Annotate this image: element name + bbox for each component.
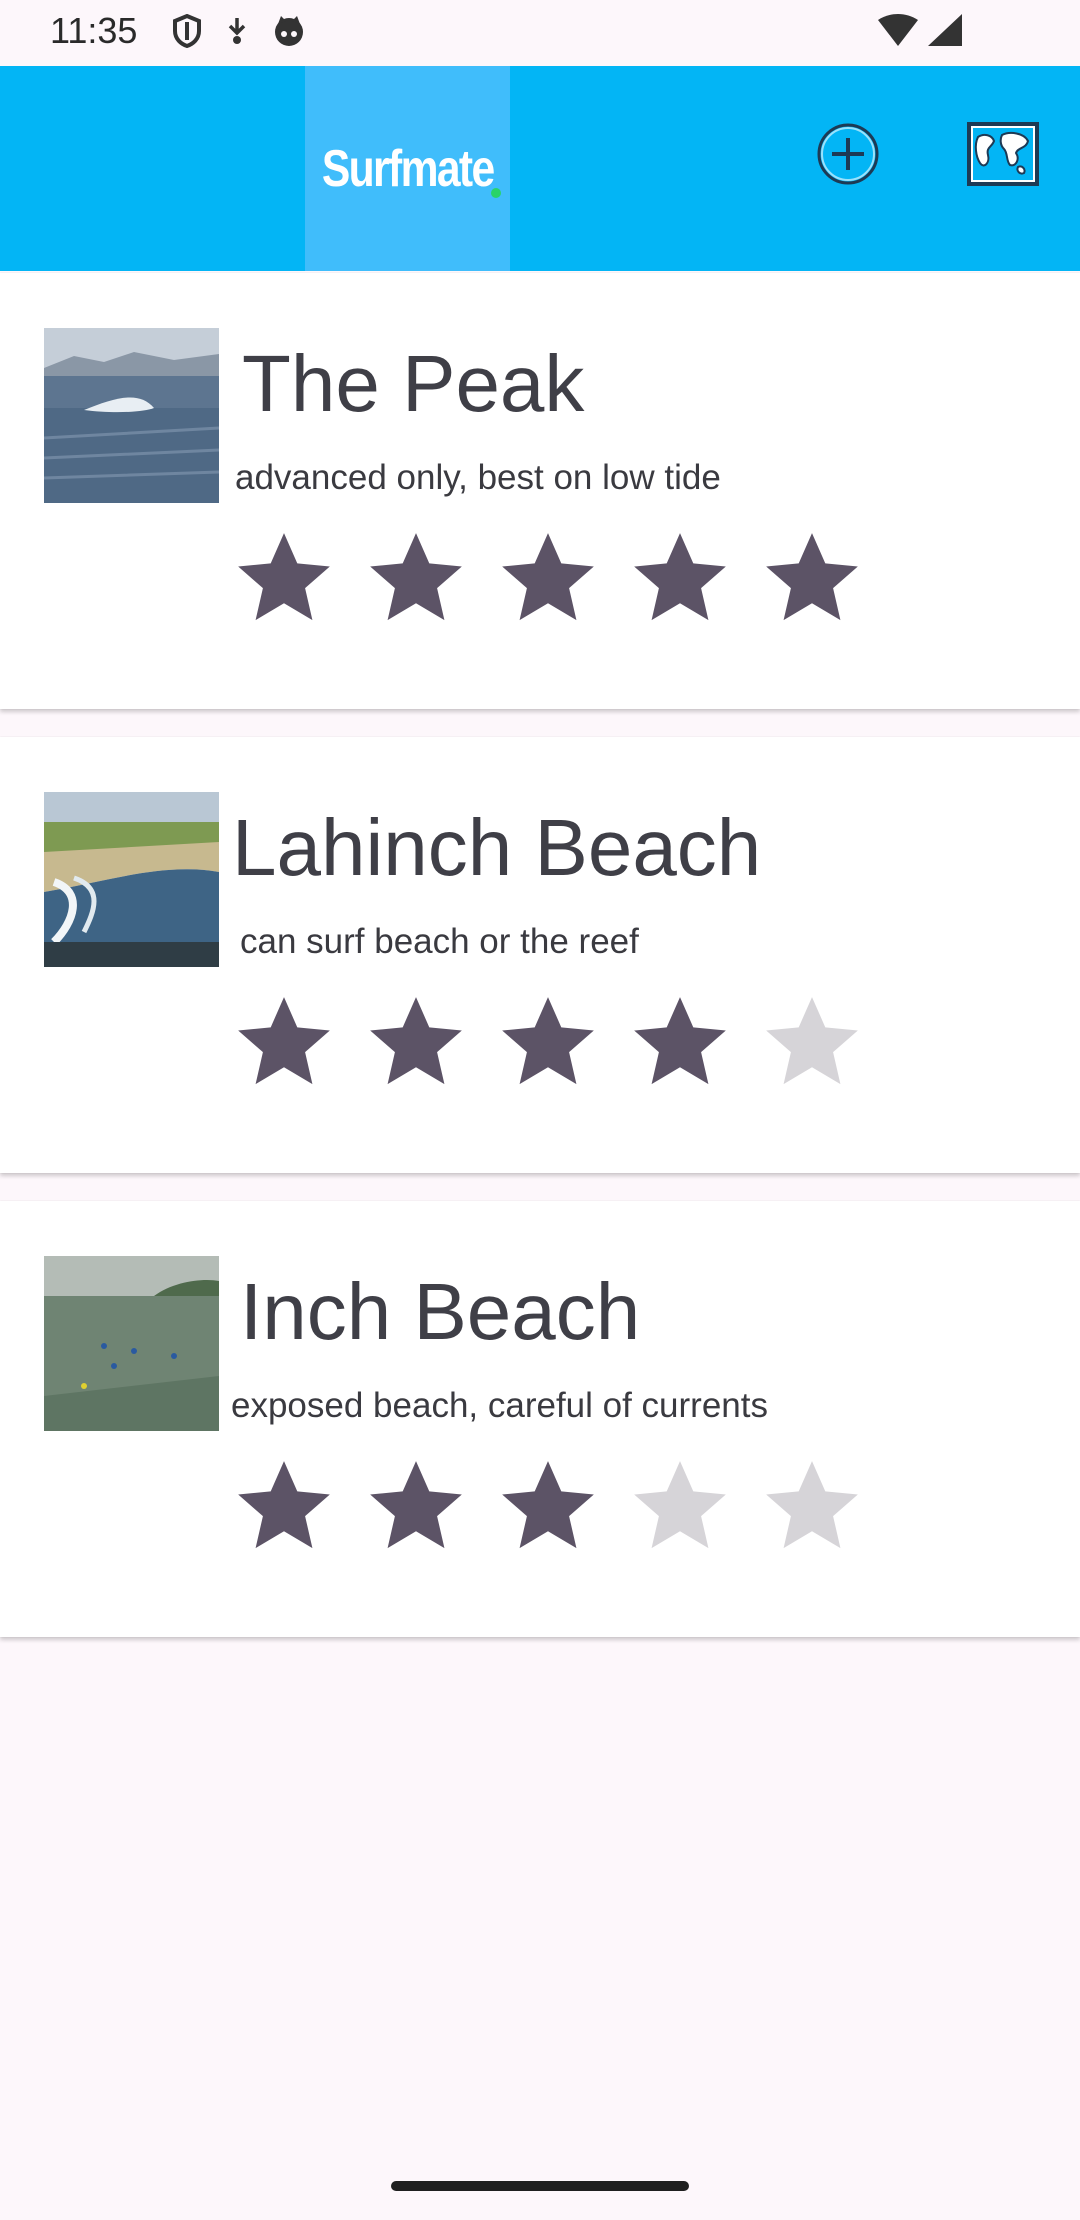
spot-thumbnail	[44, 792, 219, 967]
spot-description: can surf beach or the reef	[240, 922, 639, 961]
rating-bar[interactable]	[229, 1451, 867, 1561]
spot-thumbnail	[44, 328, 219, 503]
logo-text: Surfmate	[321, 139, 495, 198]
star-filled-icon[interactable]	[493, 987, 603, 1097]
star-filled-icon[interactable]	[625, 523, 735, 633]
status-time: 11:35	[50, 10, 138, 51]
app-logo: Surfmate	[305, 66, 510, 271]
star-filled-icon[interactable]	[361, 523, 471, 633]
spot-card[interactable]: Inch Beach exposed beach, careful of cur…	[0, 1201, 1080, 1637]
gesture-nav-handle[interactable]	[391, 2181, 689, 2191]
cat-icon	[275, 16, 303, 46]
add-spot-button[interactable]	[815, 121, 881, 187]
star-filled-icon[interactable]	[229, 1451, 339, 1561]
star-empty-icon[interactable]	[757, 987, 867, 1097]
rating-bar[interactable]	[229, 987, 867, 1097]
spot-name: The Peak	[242, 339, 585, 428]
rating-bar[interactable]	[229, 523, 867, 633]
spot-card[interactable]: Lahinch Beach can surf beach or the reef	[0, 737, 1080, 1173]
signal-icon	[928, 14, 962, 46]
spot-card[interactable]: The Peak advanced only, best on low tide	[0, 273, 1080, 709]
map-button[interactable]	[966, 121, 1040, 187]
star-filled-icon[interactable]	[229, 523, 339, 633]
star-filled-icon[interactable]	[493, 523, 603, 633]
star-empty-icon[interactable]	[757, 1451, 867, 1561]
world-map-icon	[967, 122, 1039, 186]
star-filled-icon[interactable]	[757, 523, 867, 633]
status-bar: 11:35	[0, 0, 1080, 66]
spot-thumbnail	[44, 1256, 219, 1431]
download-icon	[228, 18, 246, 44]
spot-description: exposed beach, careful of currents	[231, 1386, 768, 1425]
spot-name: Inch Beach	[240, 1267, 641, 1356]
shield-icon	[173, 14, 201, 48]
star-filled-icon[interactable]	[361, 987, 471, 1097]
app-bar: Surfmate	[0, 66, 1080, 271]
spot-description: advanced only, best on low tide	[235, 458, 721, 497]
star-filled-icon[interactable]	[361, 1451, 471, 1561]
star-filled-icon[interactable]	[493, 1451, 603, 1561]
star-filled-icon[interactable]	[625, 987, 735, 1097]
wifi-icon	[878, 14, 918, 46]
add-circle-icon	[817, 123, 879, 185]
spot-name: Lahinch Beach	[232, 803, 762, 892]
star-filled-icon[interactable]	[229, 987, 339, 1097]
star-empty-icon[interactable]	[625, 1451, 735, 1561]
logo-dot	[491, 188, 501, 198]
